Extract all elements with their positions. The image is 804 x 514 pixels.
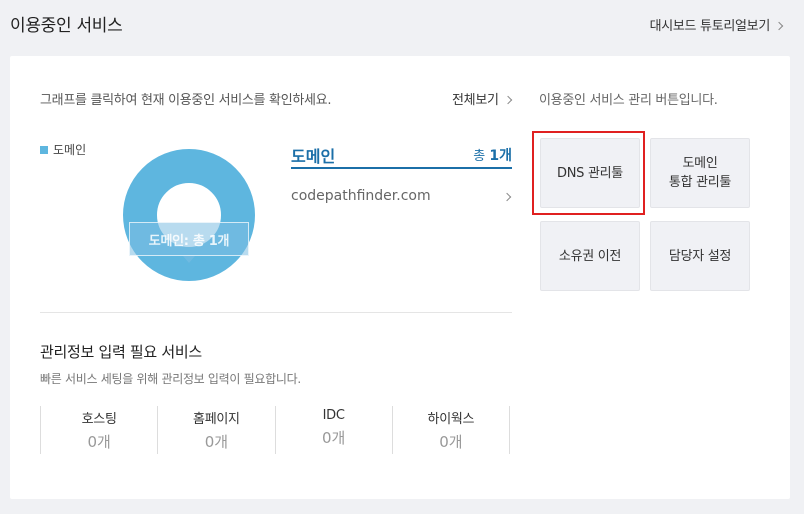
domain-name: codepathfinder.com [291,188,431,204]
integrated-manager-label: 도메인 통합 관리툴 [669,154,731,192]
domain-integrated-manager-button[interactable]: 도메인 통합 관리툴 [650,138,750,208]
stat-hiworks[interactable]: 하이웍스 0개 [391,406,510,454]
stat-label: 하이웍스 [427,412,475,427]
stat-label: 홈페이지 [193,412,240,427]
stat-value: 0개 [439,433,463,451]
integrated-label-line2: 통합 관리툴 [668,175,732,190]
chevron-right-icon [774,21,784,31]
domain-list-item[interactable]: codepathfinder.com [291,184,512,210]
integrated-label-line1: 도메인 [682,156,718,171]
tooltip-arrow [183,256,195,263]
required-info-title: 관리정보 입력 필요 서비스 [40,343,202,361]
stat-idc[interactable]: IDC 0개 [274,406,392,454]
chevron-right-icon [503,95,512,105]
stat-value: 0개 [87,433,111,451]
management-caption: 이용중인 서비스 관리 버튼입니다. [539,93,718,108]
tutorial-link-label: 대시보드 튜토리얼보기 [649,19,771,34]
stat-homepage[interactable]: 홈페이지 0개 [157,406,274,454]
stat-hosting[interactable]: 호스팅 0개 [40,406,157,454]
stat-value: 0개 [204,433,229,451]
chart-tooltip: 도메인: 총 1개 [129,222,249,256]
dns-manager-button[interactable]: DNS 관리툴 [540,138,640,208]
legend-swatch [40,145,48,154]
legend-label: 도메인 [53,143,87,157]
required-info-stats: 호스팅 0개 홈페이지 0개 IDC 0개 하이웍스 0개 [40,406,510,454]
graph-instruction: 그래프를 클릭하여 현재 이용중인 서비스를 확인하세요. [40,93,332,108]
dns-manager-label: DNS 관리툴 [557,165,623,181]
chevron-right-icon [502,192,512,202]
page-title: 이용중인 서비스 [10,16,123,36]
contact-settings-label: 담당자 설정 [668,248,732,264]
domain-list-header: 도메인 총 1개 [291,139,512,169]
dashboard-tutorial-link[interactable]: 대시보드 튜토리얼보기 [649,15,784,34]
view-all-label: 전체보기 [452,93,499,108]
stat-label: 호스팅 [81,412,117,427]
required-info-subtitle: 빠른 서비스 세팅을 위해 관리정보 입력이 필요합니다. [40,372,301,386]
domain-total-count: 총 1개 [473,145,512,165]
domain-list-title: 도메인 [291,147,336,166]
ownership-transfer-button[interactable]: 소유권 이전 [540,221,640,291]
stat-value: 0개 [321,429,346,447]
section-divider [40,312,512,313]
contact-settings-button[interactable]: 담당자 설정 [650,221,750,291]
ownership-transfer-label: 소유권 이전 [558,248,622,264]
domain-total-value: 1개 [489,148,512,164]
stat-label: IDC [322,408,345,423]
services-card: 그래프를 클릭하여 현재 이용중인 서비스를 확인하세요. 전체보기 이용중인 … [10,56,790,499]
domain-total-prefix: 총 [473,149,490,164]
view-all-link[interactable]: 전체보기 [452,89,512,108]
chart-legend: 도메인 [40,141,86,158]
